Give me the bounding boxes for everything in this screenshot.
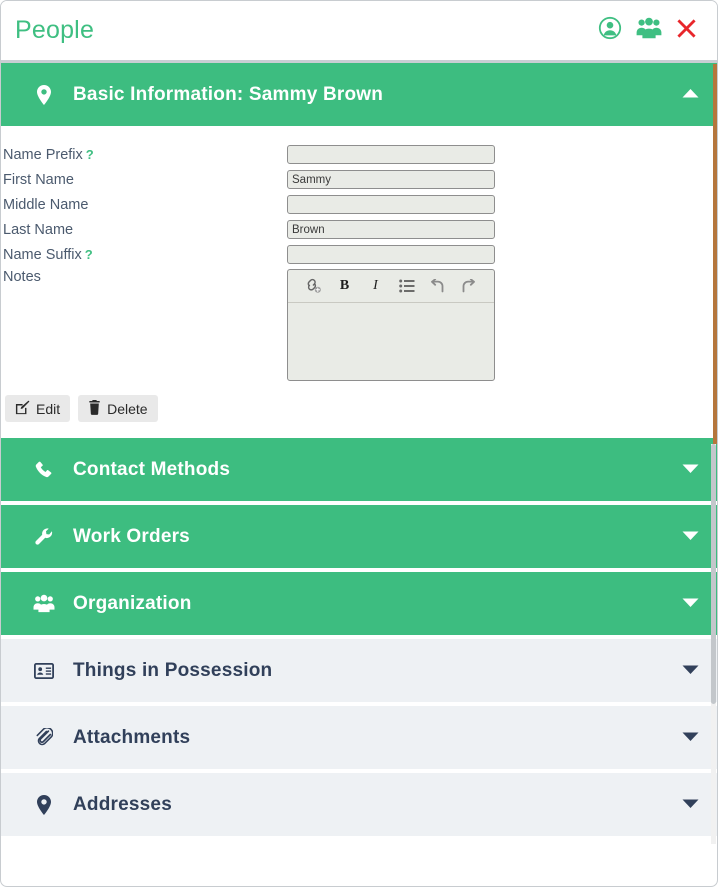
basic-information-panel: Name Prefix? First Name Sammy Middle Nam…: [1, 130, 717, 422]
phone-icon: [31, 461, 57, 479]
italic-icon[interactable]: I: [367, 277, 385, 295]
chevron-up-icon[interactable]: [682, 86, 699, 104]
field-wrap: Sammy: [287, 170, 717, 189]
help-question-icon[interactable]: ?: [86, 147, 94, 162]
section-title: Basic Information: Sammy Brown: [73, 83, 384, 105]
section-header-organization[interactable]: Organization: [1, 572, 717, 635]
map-marker-icon: [31, 84, 57, 105]
label-first-name: First Name: [1, 172, 287, 188]
titlebar-actions: [598, 16, 697, 45]
form-row-name-suffix: Name Suffix?: [1, 242, 717, 267]
field-wrap: B I: [287, 269, 717, 381]
label-text: Last Name: [3, 221, 74, 238]
bullet-list-icon[interactable]: [398, 277, 416, 295]
users-group-icon: [31, 594, 57, 613]
bold-icon[interactable]: B: [336, 277, 354, 295]
section-header-basic-information[interactable]: Basic Information: Sammy Brown: [1, 63, 717, 126]
id-card-icon: [31, 662, 57, 679]
section-title: Organization: [73, 592, 192, 614]
insert-link-icon[interactable]: [305, 277, 323, 295]
form-row-middle-name: Middle Name: [1, 192, 717, 217]
form-row-first-name: First Name Sammy: [1, 167, 717, 192]
form-row-name-prefix: Name Prefix?: [1, 142, 717, 167]
field-wrap: [287, 195, 717, 214]
accordion: Basic Information: Sammy Brown Name Pref…: [1, 63, 717, 836]
notes-input-area[interactable]: [288, 303, 494, 380]
chevron-down-icon[interactable]: [682, 595, 699, 613]
section-title: Contact Methods: [73, 458, 231, 480]
form-row-notes: Notes B I: [1, 269, 717, 381]
label-text: Name Suffix: [3, 246, 82, 263]
pencil-square-icon: [15, 400, 30, 418]
record-actions: Edit Delete: [1, 381, 717, 422]
paperclip-icon: [31, 728, 57, 747]
wrench-icon: [31, 527, 57, 546]
chevron-down-icon[interactable]: [682, 461, 699, 479]
section-header-attachments[interactable]: Attachments: [1, 706, 717, 769]
map-marker-icon: [31, 794, 57, 815]
field-wrap: [287, 245, 717, 264]
section-title: Attachments: [73, 726, 191, 748]
chevron-down-icon[interactable]: [682, 729, 699, 747]
chevron-down-icon[interactable]: [682, 796, 699, 814]
right-edge-accent: [713, 64, 717, 444]
section-header-contact-methods[interactable]: Contact Methods: [1, 438, 717, 501]
section-header-things-in-possession[interactable]: Things in Possession: [1, 639, 717, 702]
field-wrap: [287, 145, 717, 164]
section-header-work-orders[interactable]: Work Orders: [1, 505, 717, 568]
label-notes: Notes: [3, 269, 41, 285]
form-row-last-name: Last Name Brown: [1, 217, 717, 242]
field-wrap: Brown: [287, 220, 717, 239]
delete-button-label: Delete: [107, 400, 148, 417]
name-prefix-input[interactable]: [287, 145, 495, 164]
chevron-down-icon[interactable]: [682, 662, 699, 680]
chevron-down-icon[interactable]: [682, 528, 699, 546]
close-x-icon[interactable]: [676, 18, 697, 44]
section-header-addresses[interactable]: Addresses: [1, 773, 717, 836]
page-title: People: [15, 16, 95, 44]
label-middle-name: Middle Name: [1, 197, 287, 213]
section-title: Work Orders: [73, 525, 190, 547]
name-suffix-input[interactable]: [287, 245, 495, 264]
delete-button[interactable]: Delete: [78, 395, 158, 422]
scrollbar-thumb[interactable]: [711, 444, 716, 704]
label-text: First Name: [3, 171, 74, 188]
label-name-prefix: Name Prefix?: [1, 147, 287, 163]
editor-toolbar: B I: [288, 270, 494, 303]
redo-icon[interactable]: [460, 277, 478, 295]
edit-button-label: Edit: [36, 400, 61, 417]
label-text: Middle Name: [3, 196, 89, 213]
user-circle-icon[interactable]: [598, 16, 622, 45]
first-name-input[interactable]: Sammy: [287, 170, 495, 189]
section-title: Addresses: [73, 793, 172, 815]
label-text: Name Prefix: [3, 146, 83, 163]
users-group-icon[interactable]: [636, 17, 662, 44]
undo-icon[interactable]: [429, 277, 447, 295]
label-last-name: Last Name: [1, 222, 287, 238]
people-record-window: People Basic Information: Sammy Brown Na…: [0, 0, 718, 887]
last-name-input[interactable]: Brown: [287, 220, 495, 239]
label-name-suffix: Name Suffix?: [1, 247, 287, 263]
notes-rich-text-editor[interactable]: B I: [287, 269, 495, 381]
vertical-scrollbar[interactable]: [711, 444, 716, 844]
trash-icon: [88, 399, 101, 418]
section-title: Things in Possession: [73, 659, 273, 681]
middle-name-input[interactable]: [287, 195, 495, 214]
edit-button[interactable]: Edit: [5, 395, 71, 422]
help-question-icon[interactable]: ?: [85, 247, 93, 262]
window-titlebar: People: [1, 1, 717, 63]
